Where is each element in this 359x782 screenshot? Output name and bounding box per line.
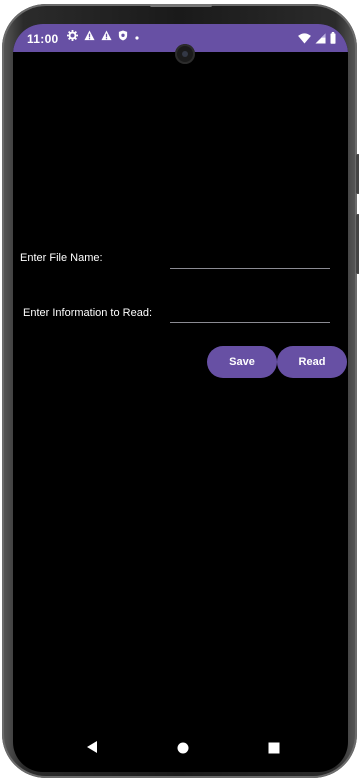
gear-icon (67, 30, 78, 46)
recents-icon[interactable] (268, 741, 280, 759)
phone-screen: 11:00 Enter File Name: Enter Information… (13, 24, 348, 772)
device-top-edge (150, 4, 212, 7)
file-name-label: Enter File Name: (20, 252, 103, 264)
warning-icon (101, 30, 112, 46)
read-button[interactable]: Read (277, 346, 347, 378)
file-name-input[interactable] (170, 250, 330, 269)
status-system-icons (298, 31, 336, 49)
save-button[interactable]: Save (207, 346, 277, 378)
dot-icon (134, 30, 140, 46)
warning-icon (84, 30, 95, 46)
battery-icon (330, 31, 336, 49)
shield-icon (118, 30, 128, 46)
navigation-bar (13, 728, 348, 772)
wifi-icon (298, 31, 311, 49)
back-icon[interactable] (86, 740, 98, 759)
info-input[interactable] (170, 304, 330, 323)
front-camera (175, 44, 195, 64)
info-label: Enter Information to Read: (23, 307, 153, 319)
status-time: 11:00 (27, 32, 59, 46)
home-icon[interactable] (177, 741, 189, 759)
signal-icon (315, 31, 326, 49)
device-frame: 11:00 Enter File Name: Enter Information… (2, 4, 359, 778)
status-notification-icons (67, 30, 140, 46)
